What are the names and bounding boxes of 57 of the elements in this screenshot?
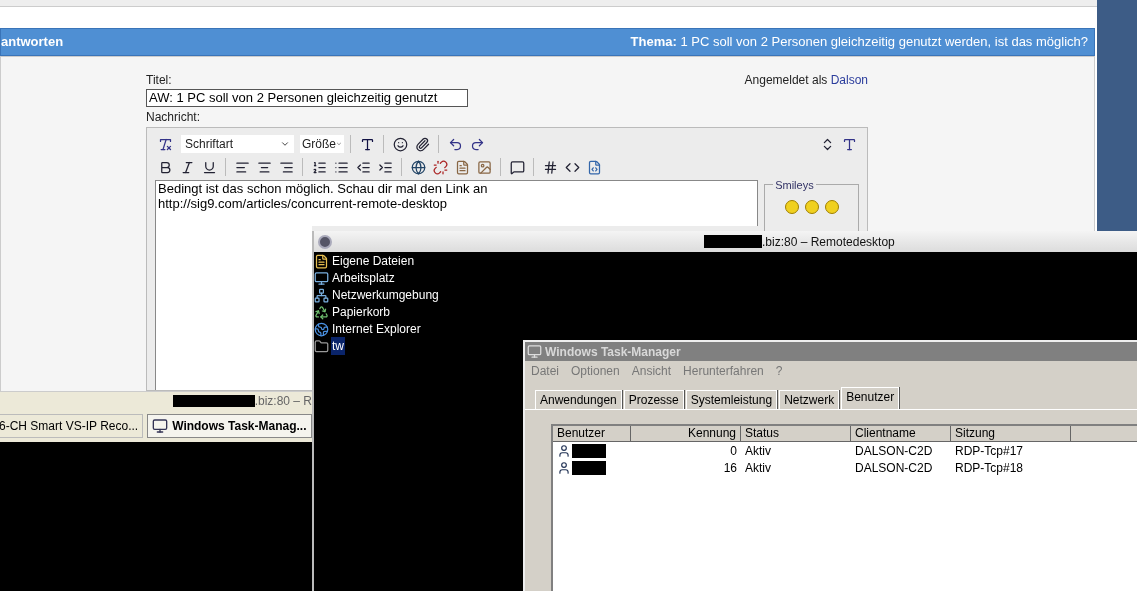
user-icon [557,443,571,458]
message-line: http://sig9.com/articles/concurrent-remote-desktop [158,196,448,211]
desktop-icon-label[interactable]: Arbeitsplatz [331,269,396,287]
title-input[interactable]: AW: 1 PC soll von 2 Personen gleichzeitig genutzt [146,89,468,107]
desktop-icon-label[interactable]: tw [331,337,345,355]
topic-text: Thema: 1 PC soll von 2 Personen gleichzeitig genutzt werden, ist das möglich? [630,33,1088,52]
tab[interactable]: Systemleistung [685,390,778,409]
table-cell-text: RDP-Tcp#18 [954,459,1025,477]
header-title: antworten [1,33,64,52]
message-line: Bedingt ist das schon möglich. Schau dir mal den Link an [158,181,489,196]
window-title: .biz:80 – Remotedesktop [762,233,895,251]
network-icon [314,287,329,303]
tab[interactable]: Anwendungen [535,390,622,409]
table-cell-text: DALSON-C2D [854,459,934,477]
user-link[interactable]: Dalson [830,73,868,87]
taskbar-button[interactable]: 6-CH Smart VS-IP Reco... [0,414,144,438]
column-header[interactable]: Kennung [631,426,741,442]
column-header[interactable]: Clientname [851,426,951,442]
window-title: Windows Task-Manager [545,343,681,361]
tab[interactable]: Netzwerk [779,390,840,409]
message-textarea[interactable]: Bedingt ist das schon möglich. Schau dir mal den Link an http://sig9.com/articles/concurrent-remote-desktop [155,180,759,226]
column-header [1071,426,1137,442]
recycle-bin-icon [314,304,329,320]
column-header[interactable]: Sitzung [951,426,1071,442]
desktop-icon-label[interactable]: Netzwerkumgebung [331,286,440,304]
redaction-block [572,443,606,458]
table-cell-text: 16 [722,459,738,477]
title-label: Titel: [146,72,172,89]
table-cell-text: Aktiv [744,459,772,477]
size-select[interactable]: Größe [300,135,344,153]
table-cell-text: 0 [729,442,738,460]
table-cell-text: DALSON-C2D [854,442,934,460]
table-cell-text: Aktiv [744,442,772,460]
column-header[interactable]: Benutzer [553,426,631,442]
desktop-icon-label[interactable]: Eigene Dateien [331,252,416,270]
desktop-icon-label[interactable]: Papierkorb [331,303,392,321]
status-text: .biz:80 – R [254,393,312,410]
table-cell-text: RDP-Tcp#17 [954,442,1025,460]
caret-icon [280,139,290,149]
font-select[interactable]: Schriftart [181,135,294,153]
documents-icon [314,253,329,269]
globe-icon [314,321,329,337]
taskbar-button[interactable]: Windows Task-Manag... [147,414,312,438]
redaction-block [704,235,762,248]
login-text: Angemeldet als Dalson [744,72,868,89]
column-header[interactable]: Status [741,426,851,442]
folder-icon [314,338,329,354]
redaction-block [572,460,606,475]
tab[interactable]: Prozesse [623,390,684,409]
computer-icon [527,344,542,359]
computer-icon [314,270,329,286]
unlink-icon[interactable] [430,157,450,177]
desktop-icon-label[interactable]: Internet Explorer [331,320,422,338]
tab[interactable]: Benutzer [841,387,900,409]
computer-icon [152,418,169,434]
user-icon [557,460,571,475]
message-label: Nachricht: [146,109,202,126]
